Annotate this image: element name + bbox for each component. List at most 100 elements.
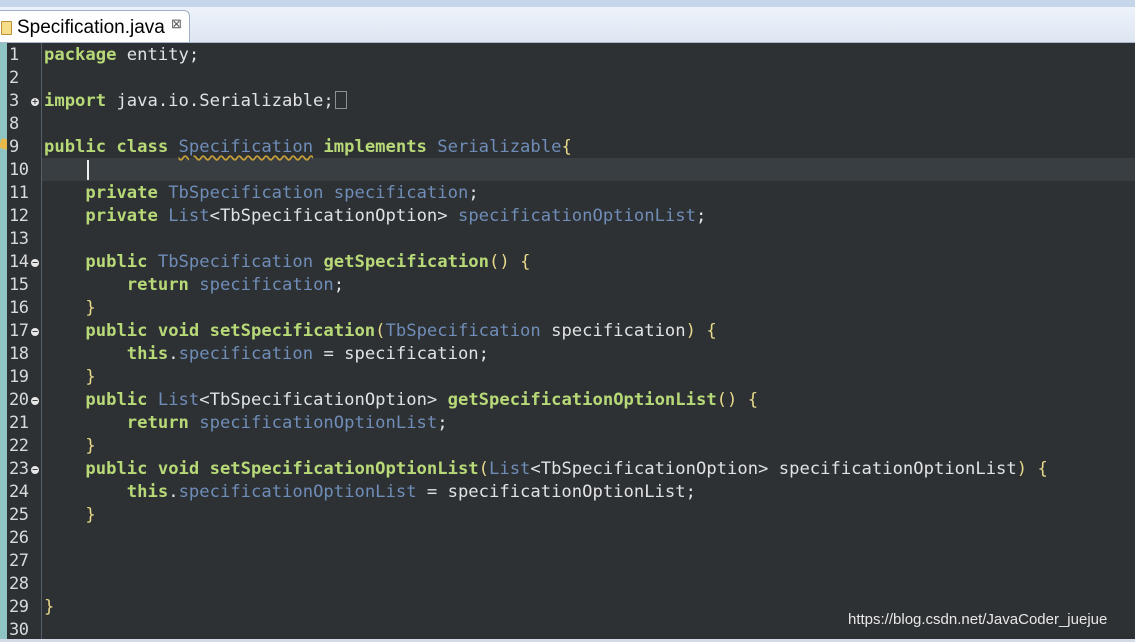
code-line[interactable]: 21 return specificationOptionList; [0, 412, 1135, 435]
code-token: public void [85, 459, 200, 479]
code-token: List [157, 390, 200, 410]
code-token: public class [44, 137, 179, 157]
code-token: <TbSpecificationOption> specificationOpt… [530, 459, 1017, 479]
code-token: TbSpecification [385, 321, 541, 341]
code-token: ) [1016, 459, 1028, 479]
code-line[interactable]: 22 } [0, 435, 1135, 458]
line-number: 1 [9, 45, 19, 65]
code-token: TbSpecification [168, 183, 324, 203]
code-token: setSpecification [209, 321, 376, 341]
code-line[interactable]: 16 } [0, 297, 1135, 320]
code-token: } [85, 367, 96, 387]
code-token: private [85, 206, 158, 226]
code-line[interactable]: 9 public class Specification implements S… [0, 136, 1135, 159]
code-line[interactable]: 14− public TbSpecification getSpecificat… [0, 251, 1135, 274]
collapse-fold-icon[interactable]: − [31, 397, 39, 405]
code-line[interactable]: 10 [0, 159, 1135, 182]
collapse-fold-icon[interactable]: − [31, 328, 39, 336]
code-token: specification [540, 321, 686, 341]
line-number: 12 [9, 206, 29, 226]
code-token: { [561, 137, 572, 157]
code-line[interactable]: 18 this.specification = specification; [0, 343, 1135, 366]
line-number: 21 [9, 413, 29, 433]
code-token: specificationOptionList [178, 482, 417, 502]
code-line[interactable]: 2 [0, 67, 1135, 90]
code-token: List [168, 206, 210, 226]
code-token: () [716, 390, 738, 410]
code-line[interactable]: 20− public List<TbSpecificationOption> g… [0, 389, 1135, 412]
code-token: getSpecification [323, 252, 490, 272]
code-token: } [85, 436, 96, 456]
code-token: { [520, 252, 531, 272]
code-token: ; [695, 206, 707, 226]
line-number: 20 [9, 390, 29, 410]
line-number: 14 [9, 252, 29, 272]
code-line[interactable]: 27 [0, 550, 1135, 573]
code-token: ( [478, 459, 489, 479]
code-line[interactable]: 8 [0, 113, 1135, 136]
code-token: . [168, 482, 179, 502]
code-line[interactable]: 12 private List<TbSpecificationOption> s… [0, 205, 1135, 228]
code-token: { [747, 390, 759, 410]
line-number: 18 [9, 344, 29, 364]
code-line[interactable]: 23− public void setSpecificationOptionLi… [0, 458, 1135, 481]
line-number: 13 [9, 229, 29, 249]
line-number: 28 [9, 574, 29, 594]
code-line[interactable]: 28 [0, 573, 1135, 596]
code-line[interactable]: 15 return specification; [0, 274, 1135, 297]
close-icon[interactable]: ⊠ [171, 17, 182, 31]
java-file-icon [1, 21, 12, 35]
code-token: Serializable [437, 137, 562, 157]
line-number: 9 [9, 137, 19, 157]
collapse-fold-icon[interactable]: − [31, 466, 39, 474]
code-text: private TbSpecification specification; [44, 182, 478, 205]
code-token: = specificationOptionList; [416, 482, 696, 502]
code-line[interactable]: 3 + import java.io.Serializable; [0, 90, 1135, 113]
code-token: getSpecificationOptionList [447, 390, 717, 410]
editor-tab-bar: Specification.java ⊠ [0, 7, 1135, 43]
code-token: setSpecificationOptionList [209, 459, 479, 479]
code-line[interactable]: 25 } [0, 504, 1135, 527]
code-editor[interactable]: 1 package entity; 2 3 + import java.io.Serial… [0, 43, 1135, 640]
line-number: 27 [9, 551, 29, 571]
code-line[interactable]: 19 } [0, 366, 1135, 389]
code-text: } [44, 297, 95, 320]
code-token: specification [333, 183, 469, 203]
collapse-fold-icon[interactable]: − [31, 259, 39, 267]
window-top-strip [0, 0, 1135, 7]
code-token: <TbSpecificationOption> [199, 390, 448, 410]
code-line[interactable]: 26 [0, 527, 1135, 550]
code-text: return specificationOptionList; [44, 412, 448, 435]
editor-tab-specification-java[interactable]: Specification.java ⊠ [0, 10, 190, 42]
code-line[interactable]: 24 this.specificationOptionList = specif… [0, 481, 1135, 504]
folded-region-marker[interactable] [334, 91, 347, 109]
code-token: } [44, 597, 55, 617]
code-line[interactable]: 13 [0, 228, 1135, 251]
code-token: } [85, 505, 96, 525]
expand-fold-icon[interactable]: + [31, 98, 39, 106]
code-token: return [126, 275, 189, 295]
text-caret [87, 160, 89, 180]
line-number: 8 [9, 114, 19, 134]
code-line[interactable]: 17− public void setSpecification(TbSpeci… [0, 320, 1135, 343]
code-line[interactable]: 11 private TbSpecification specification… [0, 182, 1135, 205]
code-line[interactable]: 1 package entity; [0, 44, 1135, 67]
